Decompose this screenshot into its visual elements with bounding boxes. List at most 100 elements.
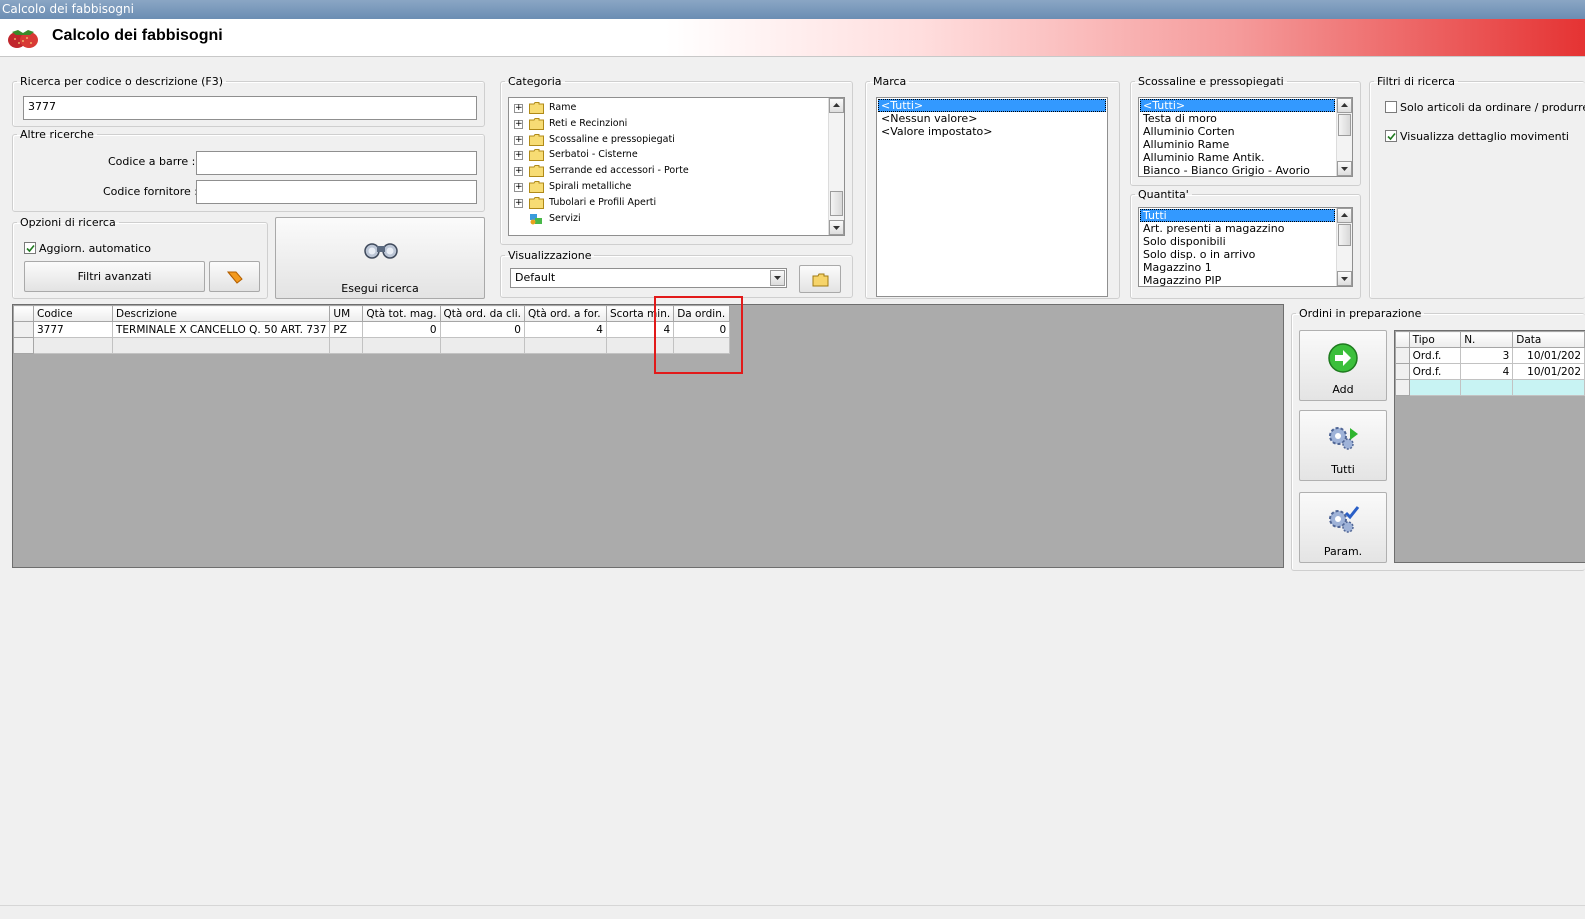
flashings-list-item[interactable]: Alluminio Rame Antik. — [1140, 151, 1335, 164]
all-button[interactable]: Tutti — [1299, 410, 1387, 481]
results-column-header[interactable]: Qtà ord. a for. — [523, 305, 607, 322]
results-cell[interactable]: 0 — [362, 321, 441, 338]
results-cell[interactable] — [329, 337, 364, 354]
results-cell[interactable] — [362, 337, 441, 354]
expand-plus-icon[interactable]: + — [514, 119, 523, 129]
orders-cell[interactable]: Ord.f. — [1408, 363, 1462, 380]
results-cell[interactable]: PZ — [329, 321, 364, 338]
supplier-code-input[interactable] — [196, 180, 477, 204]
row-indicator[interactable] — [1395, 363, 1410, 380]
quantity-scrollbar[interactable] — [1336, 208, 1352, 286]
only-to-order-checkbox[interactable] — [1385, 101, 1397, 113]
scroll-up-arrow[interactable] — [1337, 98, 1352, 113]
quantity-list[interactable]: Tutti Art. presenti a magazzino Solo dispo… — [1138, 207, 1353, 287]
orders-cell[interactable]: Ord.f. — [1408, 347, 1462, 364]
orders-cell[interactable]: 3 — [1460, 347, 1514, 364]
new-row[interactable] — [13, 337, 731, 354]
row-indicator[interactable] — [13, 321, 34, 338]
flashings-list-item[interactable]: <Tutti> — [1140, 99, 1335, 112]
quantity-list-item[interactable]: Art. presenti a magazzino — [1140, 222, 1335, 235]
flashings-list[interactable]: <Tutti> Testa di moro Alluminio Corten Allu… — [1138, 97, 1353, 177]
row-indicator[interactable] — [1395, 379, 1410, 396]
scroll-thumb[interactable] — [1338, 114, 1351, 136]
orders-cell[interactable]: 10/01/202 — [1512, 347, 1585, 364]
expand-plus-icon[interactable]: + — [514, 183, 523, 192]
results-column-header[interactable]: Qtà ord. da cli. — [439, 305, 525, 322]
scroll-thumb[interactable] — [830, 191, 843, 216]
orders-cell[interactable] — [1460, 379, 1514, 396]
results-column-header[interactable]: Descrizione — [111, 305, 331, 322]
results-cell[interactable] — [33, 337, 113, 354]
flashings-scrollbar[interactable] — [1336, 98, 1352, 176]
orders-cell[interactable] — [1408, 379, 1462, 396]
table-row[interactable]: Ord.f. 4 10/01/202 — [1395, 363, 1585, 380]
category-tree-item[interactable]: + Serrande ed accessori - Porte — [509, 163, 827, 179]
brand-list[interactable]: <Tutti> <Nessun valore> <Valore impostato> — [876, 97, 1108, 297]
results-cell[interactable]: TERMINALE X CANCELLO Q. 50 ART. 737 — [111, 321, 331, 338]
expand-plus-icon[interactable]: + — [514, 135, 523, 145]
results-column-header[interactable]: Codice — [33, 305, 113, 322]
scroll-thumb[interactable] — [1338, 224, 1351, 246]
orders-cell[interactable]: 4 — [1460, 363, 1514, 380]
auto-update-checkbox[interactable] — [24, 242, 36, 254]
scroll-up-arrow[interactable] — [829, 98, 844, 113]
orders-cell[interactable]: 10/01/202 — [1512, 363, 1585, 380]
category-tree[interactable]: + Rame + Reti e Recinzioni + Scossaline e pre… — [508, 97, 845, 236]
category-tree-item[interactable]: + Spirali metalliche — [509, 179, 827, 195]
quantity-list-item[interactable]: Magazzino PIP — [1140, 274, 1335, 286]
results-cell[interactable] — [439, 337, 525, 354]
results-grid[interactable]: Codice Descrizione UM Qtà tot. mag. Qtà ord.… — [12, 304, 1284, 568]
quantity-list-item[interactable]: Solo disp. o in arrivo — [1140, 248, 1335, 261]
orders-column-header[interactable]: Data — [1512, 331, 1585, 348]
quantity-list-item[interactable]: Solo disponibili — [1140, 235, 1335, 248]
results-cell[interactable]: 3777 — [33, 321, 113, 338]
view-select[interactable]: Default — [510, 268, 787, 288]
expand-plus-icon[interactable]: + — [514, 151, 523, 161]
flashings-list-item[interactable]: Alluminio Corten — [1140, 125, 1335, 138]
orders-grid[interactable]: Tipo N. Data Ord.f. 3 10/01/202 Ord.f. 4 10/01/2… — [1394, 330, 1585, 563]
scroll-down-arrow[interactable] — [1337, 271, 1352, 286]
param-button[interactable]: Param. — [1299, 492, 1387, 563]
table-row[interactable]: 3777 TERMINALE X CANCELLO Q. 50 ART. 737 P… — [13, 321, 731, 338]
expand-plus-icon[interactable]: + — [514, 104, 523, 113]
flashings-list-item[interactable]: Alluminio Rame — [1140, 138, 1335, 151]
row-indicator[interactable] — [13, 337, 34, 354]
results-cell[interactable]: 4 — [523, 321, 607, 338]
orders-column-header[interactable]: Tipo — [1408, 331, 1462, 348]
add-button[interactable]: Add — [1299, 330, 1387, 401]
open-view-button[interactable] — [799, 265, 841, 293]
category-tree-item[interactable]: + Serbatoi - Cisterne — [509, 147, 827, 163]
category-tree-item[interactable]: Servizi — [509, 211, 827, 227]
new-row[interactable] — [1395, 379, 1585, 396]
execute-search-button[interactable]: Esegui ricerca — [275, 217, 485, 299]
category-tree-item[interactable]: + Reti e Recinzioni — [509, 116, 827, 132]
barcode-input[interactable] — [196, 151, 477, 175]
orders-cell[interactable] — [1512, 379, 1585, 396]
results-column-header[interactable]: UM — [329, 305, 364, 322]
quantity-list-item[interactable]: Magazzino 1 — [1140, 261, 1335, 274]
show-details-checkbox[interactable] — [1385, 130, 1397, 142]
expand-plus-icon[interactable]: + — [514, 167, 523, 177]
orders-column-header[interactable]: N. — [1460, 331, 1514, 348]
row-indicator[interactable] — [1395, 347, 1410, 364]
scroll-down-arrow[interactable] — [1337, 161, 1352, 176]
brand-list-item[interactable]: <Nessun valore> — [878, 112, 1106, 125]
results-cell[interactable] — [111, 337, 331, 354]
quantity-list-item[interactable]: Tutti — [1140, 209, 1335, 222]
eraser-button[interactable] — [209, 261, 260, 292]
category-tree-item[interactable]: + Scossaline e pressopiegati — [509, 132, 827, 148]
brand-list-item[interactable]: <Tutti> — [878, 99, 1106, 112]
dropdown-button[interactable] — [770, 270, 785, 286]
flashings-list-item[interactable]: Bianco - Bianco Grigio - Avorio — [1140, 164, 1335, 176]
scroll-up-arrow[interactable] — [1337, 208, 1352, 223]
expand-plus-icon[interactable]: + — [514, 198, 523, 208]
table-row[interactable]: Ord.f. 3 10/01/202 — [1395, 347, 1585, 364]
flashings-list-item[interactable]: Testa di moro — [1140, 112, 1335, 125]
brand-list-item[interactable]: <Valore impostato> — [878, 125, 1106, 138]
search-input[interactable]: 3777 — [23, 96, 477, 120]
category-tree-item[interactable]: + Rame — [509, 100, 827, 116]
category-tree-item[interactable]: + Tubolari e Profili Aperti — [509, 195, 827, 211]
results-cell[interactable] — [523, 337, 607, 354]
results-cell[interactable]: 0 — [439, 321, 525, 338]
results-column-header[interactable]: Qtà tot. mag. — [362, 305, 441, 322]
